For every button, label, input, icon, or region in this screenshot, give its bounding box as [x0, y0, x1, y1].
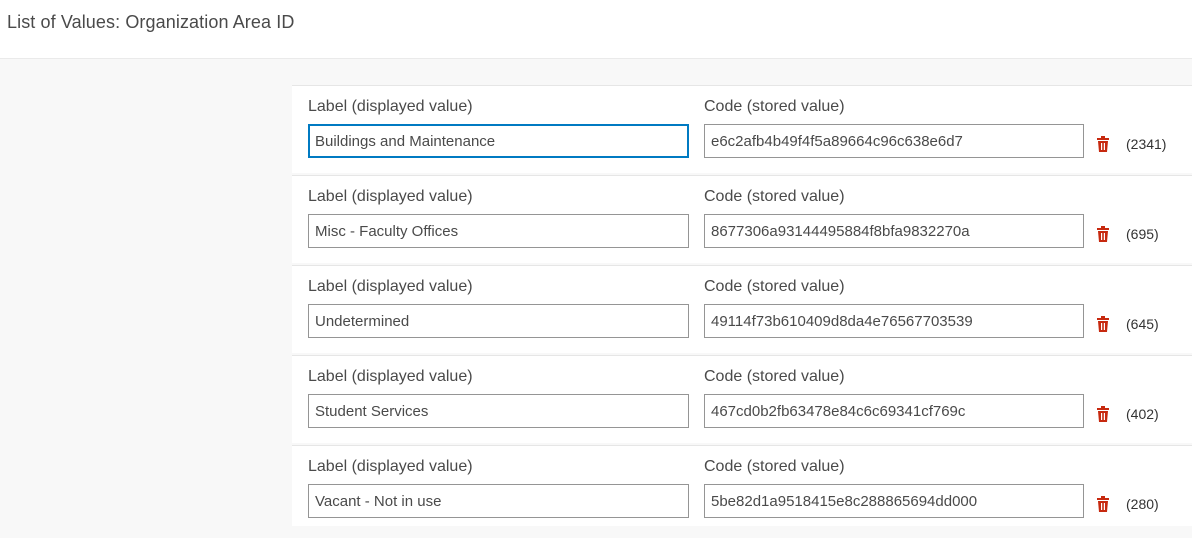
value-row: Label (displayed value) Code (stored val…: [292, 355, 1192, 443]
usage-count: (402): [1126, 406, 1159, 422]
trash-icon[interactable]: [1096, 406, 1110, 422]
label-heading: Label (displayed value): [308, 98, 473, 115]
value-row: Label (displayed value) Code (stored val…: [292, 445, 1192, 526]
code-input[interactable]: [704, 304, 1084, 338]
code-heading: Code (stored value): [704, 98, 845, 115]
code-heading: Code (stored value): [704, 278, 845, 295]
page-header: List of Values: Organization Area ID: [0, 0, 1192, 59]
label-heading: Label (displayed value): [308, 458, 473, 475]
value-row: Label (displayed value) Code (stored val…: [292, 265, 1192, 353]
trash-icon[interactable]: [1096, 226, 1110, 242]
code-input[interactable]: [704, 394, 1084, 428]
trash-icon[interactable]: [1096, 136, 1110, 152]
code-input[interactable]: [704, 124, 1084, 158]
label-heading: Label (displayed value): [308, 188, 473, 205]
label-input[interactable]: [308, 214, 689, 248]
code-input[interactable]: [704, 484, 1084, 518]
code-heading: Code (stored value): [704, 458, 845, 475]
code-input[interactable]: [704, 214, 1084, 248]
value-row: Label (displayed value) Code (stored val…: [292, 85, 1192, 173]
label-input[interactable]: [308, 124, 689, 158]
page-title: List of Values: Organization Area ID: [7, 12, 295, 32]
trash-icon[interactable]: [1096, 496, 1110, 512]
label-input[interactable]: [308, 394, 689, 428]
usage-count: (280): [1126, 496, 1159, 512]
usage-count: (695): [1126, 226, 1159, 242]
label-heading: Label (displayed value): [308, 368, 473, 385]
label-input[interactable]: [308, 304, 689, 338]
label-heading: Label (displayed value): [308, 278, 473, 295]
usage-count: (645): [1126, 316, 1159, 332]
values-list: Label (displayed value) Code (stored val…: [292, 85, 1192, 528]
code-heading: Code (stored value): [704, 368, 845, 385]
trash-icon[interactable]: [1096, 316, 1110, 332]
code-heading: Code (stored value): [704, 188, 845, 205]
value-row: Label (displayed value) Code (stored val…: [292, 175, 1192, 263]
usage-count: (2341): [1126, 136, 1167, 152]
label-input[interactable]: [308, 484, 689, 518]
